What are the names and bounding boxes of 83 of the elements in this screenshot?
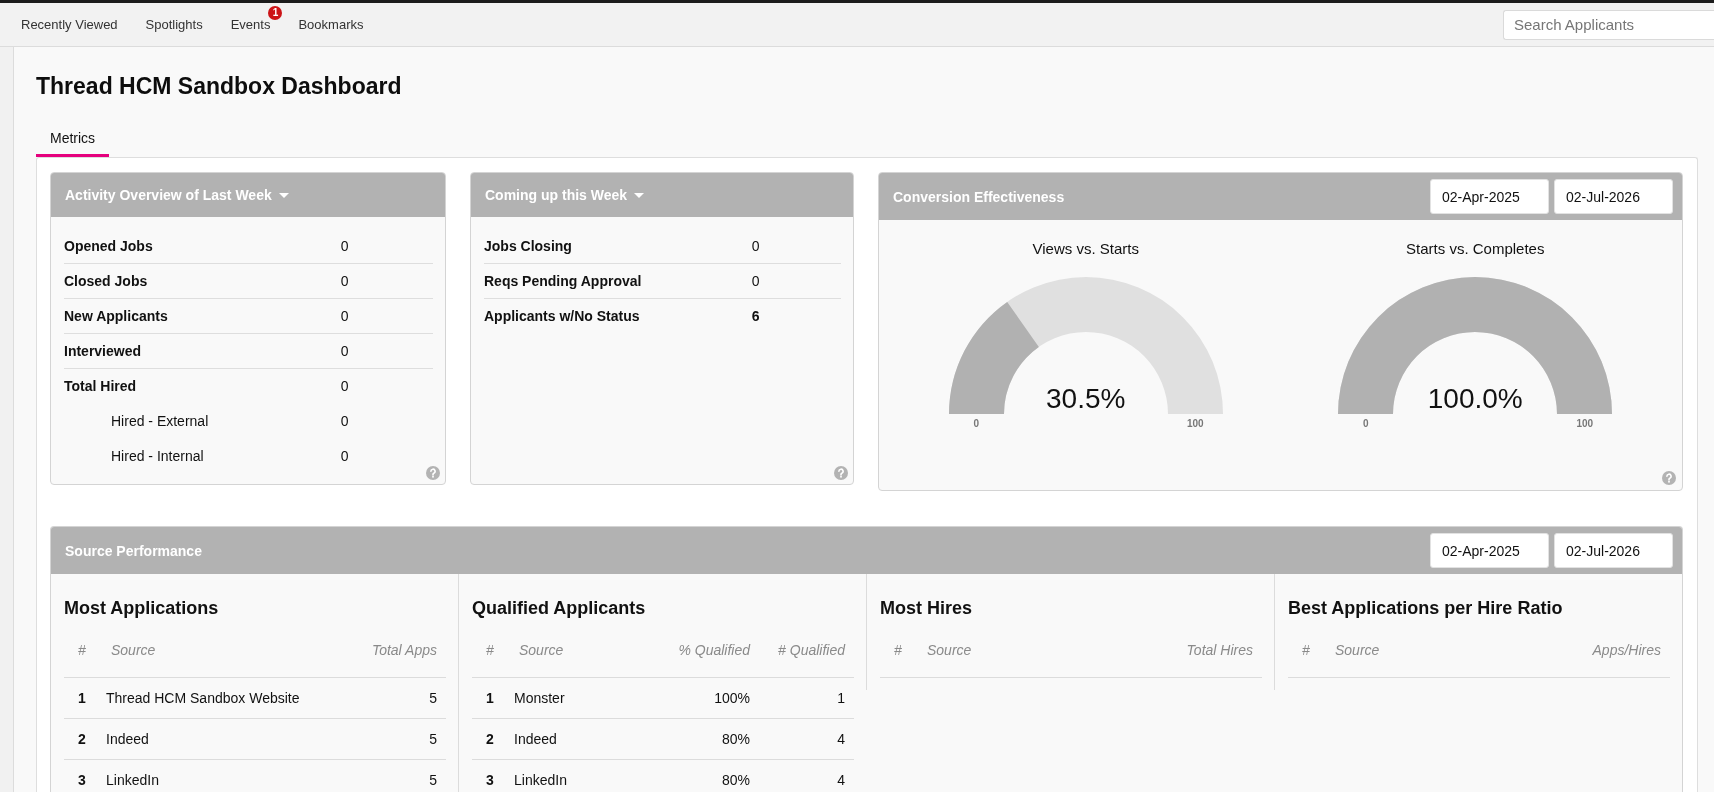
metric-label: Closed Jobs — [64, 272, 148, 290]
date-field[interactable]: 02-Apr-2025 — [1430, 533, 1549, 568]
rank-cell: 1 — [78, 689, 86, 707]
count-cell: 80% — [721, 730, 750, 748]
column-header: Source — [927, 641, 972, 660]
page-title: Thread HCM Sandbox Dashboard — [36, 72, 402, 100]
gauge-max-label: 100 — [1186, 418, 1204, 430]
help-icon[interactable] — [1662, 471, 1676, 485]
metric-label: Total Hired — [64, 377, 137, 395]
metric-label: Opened Jobs — [64, 236, 153, 255]
metric-value: 0 — [751, 272, 760, 290]
count-cell: 80% — [721, 771, 750, 789]
caret-icon — [634, 192, 645, 198]
column-header: Source — [1335, 641, 1380, 660]
count-cell: 5 — [429, 730, 437, 748]
rank-cell: 2 — [486, 730, 494, 748]
metric-label: Hired - External — [111, 411, 209, 430]
help-icon[interactable] — [426, 466, 440, 480]
gauge-min-label: 0 — [1362, 418, 1369, 430]
table-title: Most Hires — [880, 597, 973, 619]
help-icon[interactable] — [834, 466, 848, 480]
metric-label: Jobs Closing — [484, 236, 572, 255]
column-header: % Qualified — [678, 641, 750, 660]
table-title: Most Applications — [64, 597, 219, 619]
gauge-value: 30.5% — [1046, 384, 1126, 414]
rank-cell: 3 — [78, 771, 86, 789]
metric-value: 0 — [751, 236, 760, 255]
date-field[interactable]: 02-Jul-2026 — [1554, 533, 1673, 568]
card-title: Conversion Effectiveness — [893, 188, 1065, 205]
nav-link[interactable]: Spotlights — [131, 15, 217, 34]
gauge-title: Starts vs. Completes — [1406, 239, 1545, 259]
source-cell: Monster — [514, 689, 565, 707]
metric-value: 0 — [340, 236, 349, 255]
column-header: Total Apps — [371, 641, 437, 660]
nav-link[interactable]: Bookmarks — [284, 15, 378, 34]
count-cell: 100% — [714, 689, 750, 707]
table-title: Best Applications per Hire Ratio — [1288, 597, 1563, 619]
column-header: # — [486, 641, 494, 660]
column-header: # — [894, 641, 902, 660]
column-header: Total Hires — [1186, 641, 1253, 660]
gauge-max-label: 100 — [1576, 418, 1594, 430]
notification-badge: 1 — [268, 6, 283, 20]
count-cell: 4 — [837, 730, 845, 748]
source-cell: Indeed — [106, 730, 149, 748]
gauge-min-label: 0 — [973, 418, 980, 430]
count-cell: 1 — [837, 689, 845, 707]
metric-label: Reqs Pending Approval — [484, 272, 642, 290]
metric-value: 0 — [340, 446, 349, 465]
column-header: # Qualified — [778, 641, 845, 660]
search-field[interactable]: Search Applicants — [1503, 9, 1714, 40]
metric-value: 0 — [340, 342, 349, 360]
date-field[interactable]: 02-Apr-2025 — [1430, 179, 1549, 214]
metric-label: Applicants w/No Status — [484, 307, 640, 325]
count-cell: 5 — [429, 771, 437, 789]
count-cell: 4 — [837, 771, 845, 789]
rank-cell: 1 — [486, 689, 494, 707]
card-title: Source Performance — [65, 542, 202, 559]
nav-link[interactable]: Recently Viewed — [7, 15, 132, 34]
source-cell: Indeed — [514, 730, 557, 748]
column-header: # — [78, 641, 86, 660]
rank-cell: 3 — [486, 771, 494, 789]
metric-label: Hired - Internal — [111, 446, 204, 465]
metric-value: 0 — [340, 272, 349, 290]
metric-value: 0 — [340, 377, 349, 395]
table-title: Qualified Applicants — [472, 597, 646, 619]
column-header: Source — [519, 641, 564, 660]
caret-icon — [278, 192, 289, 198]
column-header: Apps/Hires — [1592, 641, 1661, 660]
gauge-title: Views vs. Starts — [1032, 239, 1139, 259]
gauge-value: 100.0% — [1427, 384, 1523, 414]
source-cell: LinkedIn — [514, 771, 567, 789]
source-cell: Thread HCM Sandbox Website — [106, 689, 300, 707]
rank-cell: 2 — [78, 730, 86, 748]
date-field[interactable]: 02-Jul-2026 — [1554, 179, 1673, 214]
metric-value: 6 — [751, 307, 760, 325]
source-cell: LinkedIn — [106, 771, 159, 789]
metric-label: New Applicants — [64, 307, 168, 325]
metric-value: 0 — [340, 411, 349, 430]
metric-label: Interviewed — [64, 342, 142, 360]
column-header: Source — [111, 641, 156, 660]
count-cell: 5 — [429, 689, 437, 707]
metric-value: 0 — [340, 307, 349, 325]
column-header: # — [1302, 641, 1310, 660]
